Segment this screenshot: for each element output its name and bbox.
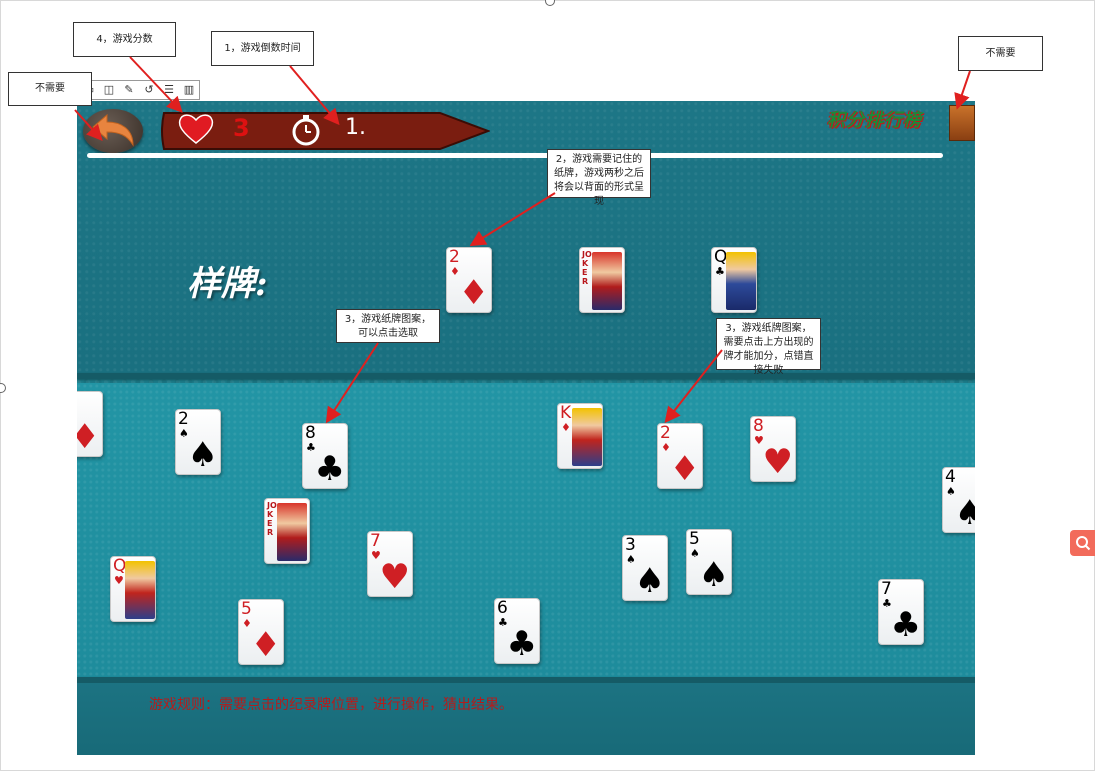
annotation-arrow <box>954 70 971 110</box>
annotation-arrow <box>325 342 379 424</box>
annotation-arrows <box>74 56 971 424</box>
annotation-arrow <box>664 349 723 424</box>
annotation-arrow <box>129 56 183 113</box>
search-icon <box>1076 536 1091 551</box>
search-button[interactable] <box>1070 530 1095 556</box>
annotation-arrow <box>74 109 103 141</box>
annotation-arrow <box>289 65 340 126</box>
annotation-arrow <box>469 192 556 247</box>
